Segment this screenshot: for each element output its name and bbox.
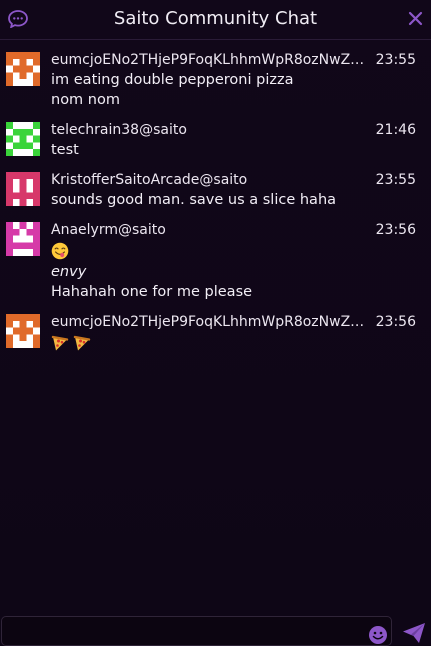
timestamp: 21:46 xyxy=(375,122,416,138)
username[interactable]: KristofferSaitoArcade@saito xyxy=(51,170,247,190)
chat-message: KristofferSaitoArcade@saito 23:55 sounds… xyxy=(0,164,431,208)
message-input[interactable] xyxy=(2,617,362,645)
emoji-line xyxy=(51,240,423,262)
username[interactable]: eumcjoENo2THjeP9FoqKLhhmWpR8ozNwZo... xyxy=(51,50,369,70)
avatar[interactable] xyxy=(6,52,40,86)
timestamp: 23:55 xyxy=(375,172,416,188)
avatar[interactable] xyxy=(6,122,40,156)
username[interactable]: eumcjoENo2THjeP9FoqKLhhmWpR8ozNwZo... xyxy=(51,312,369,332)
chat-title: Saito Community Chat xyxy=(113,8,318,29)
avatar[interactable] xyxy=(6,314,40,348)
message-composer xyxy=(0,616,431,646)
face-savoring-food-emoji xyxy=(51,242,69,260)
chat-window: Saito Community Chat eumcjoENo2THjeP9Foq… xyxy=(0,0,431,646)
timestamp: 23:56 xyxy=(375,314,416,330)
message-text: Hahahah one for me please xyxy=(51,284,253,300)
timestamp: 23:55 xyxy=(375,52,416,68)
username[interactable]: telechrain38@saito xyxy=(51,120,187,140)
message-list: eumcjoENo2THjeP9FoqKLhhmWpR8ozNwZo... 23… xyxy=(0,44,431,356)
timestamp: 23:56 xyxy=(375,222,416,238)
avatar[interactable] xyxy=(6,172,40,206)
chat-message: Anaelyrm@saito 23:56 envy Hahahah one fo… xyxy=(0,214,431,300)
smiley-icon[interactable] xyxy=(368,625,388,645)
message-header: KristofferSaitoArcade@saito 23:55 xyxy=(51,164,423,190)
message-input-container xyxy=(1,616,392,646)
emoji-line xyxy=(51,332,423,354)
pizza-emoji xyxy=(73,335,91,351)
message-text: test xyxy=(51,142,79,158)
message-header: telechrain38@saito 21:46 xyxy=(51,114,423,140)
paper-plane-icon[interactable] xyxy=(402,622,426,644)
avatar[interactable] xyxy=(6,222,40,256)
chat-message: eumcjoENo2THjeP9FoqKLhhmWpR8ozNwZo... 23… xyxy=(0,44,431,108)
message-header: Anaelyrm@saito 23:56 xyxy=(51,214,423,240)
message-text: sounds good man. save us a slice haha xyxy=(51,192,337,208)
chat-message: telechrain38@saito 21:46 test xyxy=(0,114,431,158)
message-text: im eating double pepperoni pizza xyxy=(51,72,294,88)
message-header: eumcjoENo2THjeP9FoqKLhhmWpR8ozNwZo... 23… xyxy=(51,44,423,70)
message-text: nom nom xyxy=(51,92,120,108)
message-header: eumcjoENo2THjeP9FoqKLhhmWpR8ozNwZo... 23… xyxy=(51,306,423,332)
close-icon[interactable] xyxy=(408,11,423,26)
chat-message: eumcjoENo2THjeP9FoqKLhhmWpR8ozNwZo... 23… xyxy=(0,306,431,351)
chat-header: Saito Community Chat xyxy=(0,0,431,40)
pizza-emoji xyxy=(51,335,69,351)
username[interactable]: Anaelyrm@saito xyxy=(51,220,166,240)
message-text: envy xyxy=(51,264,87,280)
